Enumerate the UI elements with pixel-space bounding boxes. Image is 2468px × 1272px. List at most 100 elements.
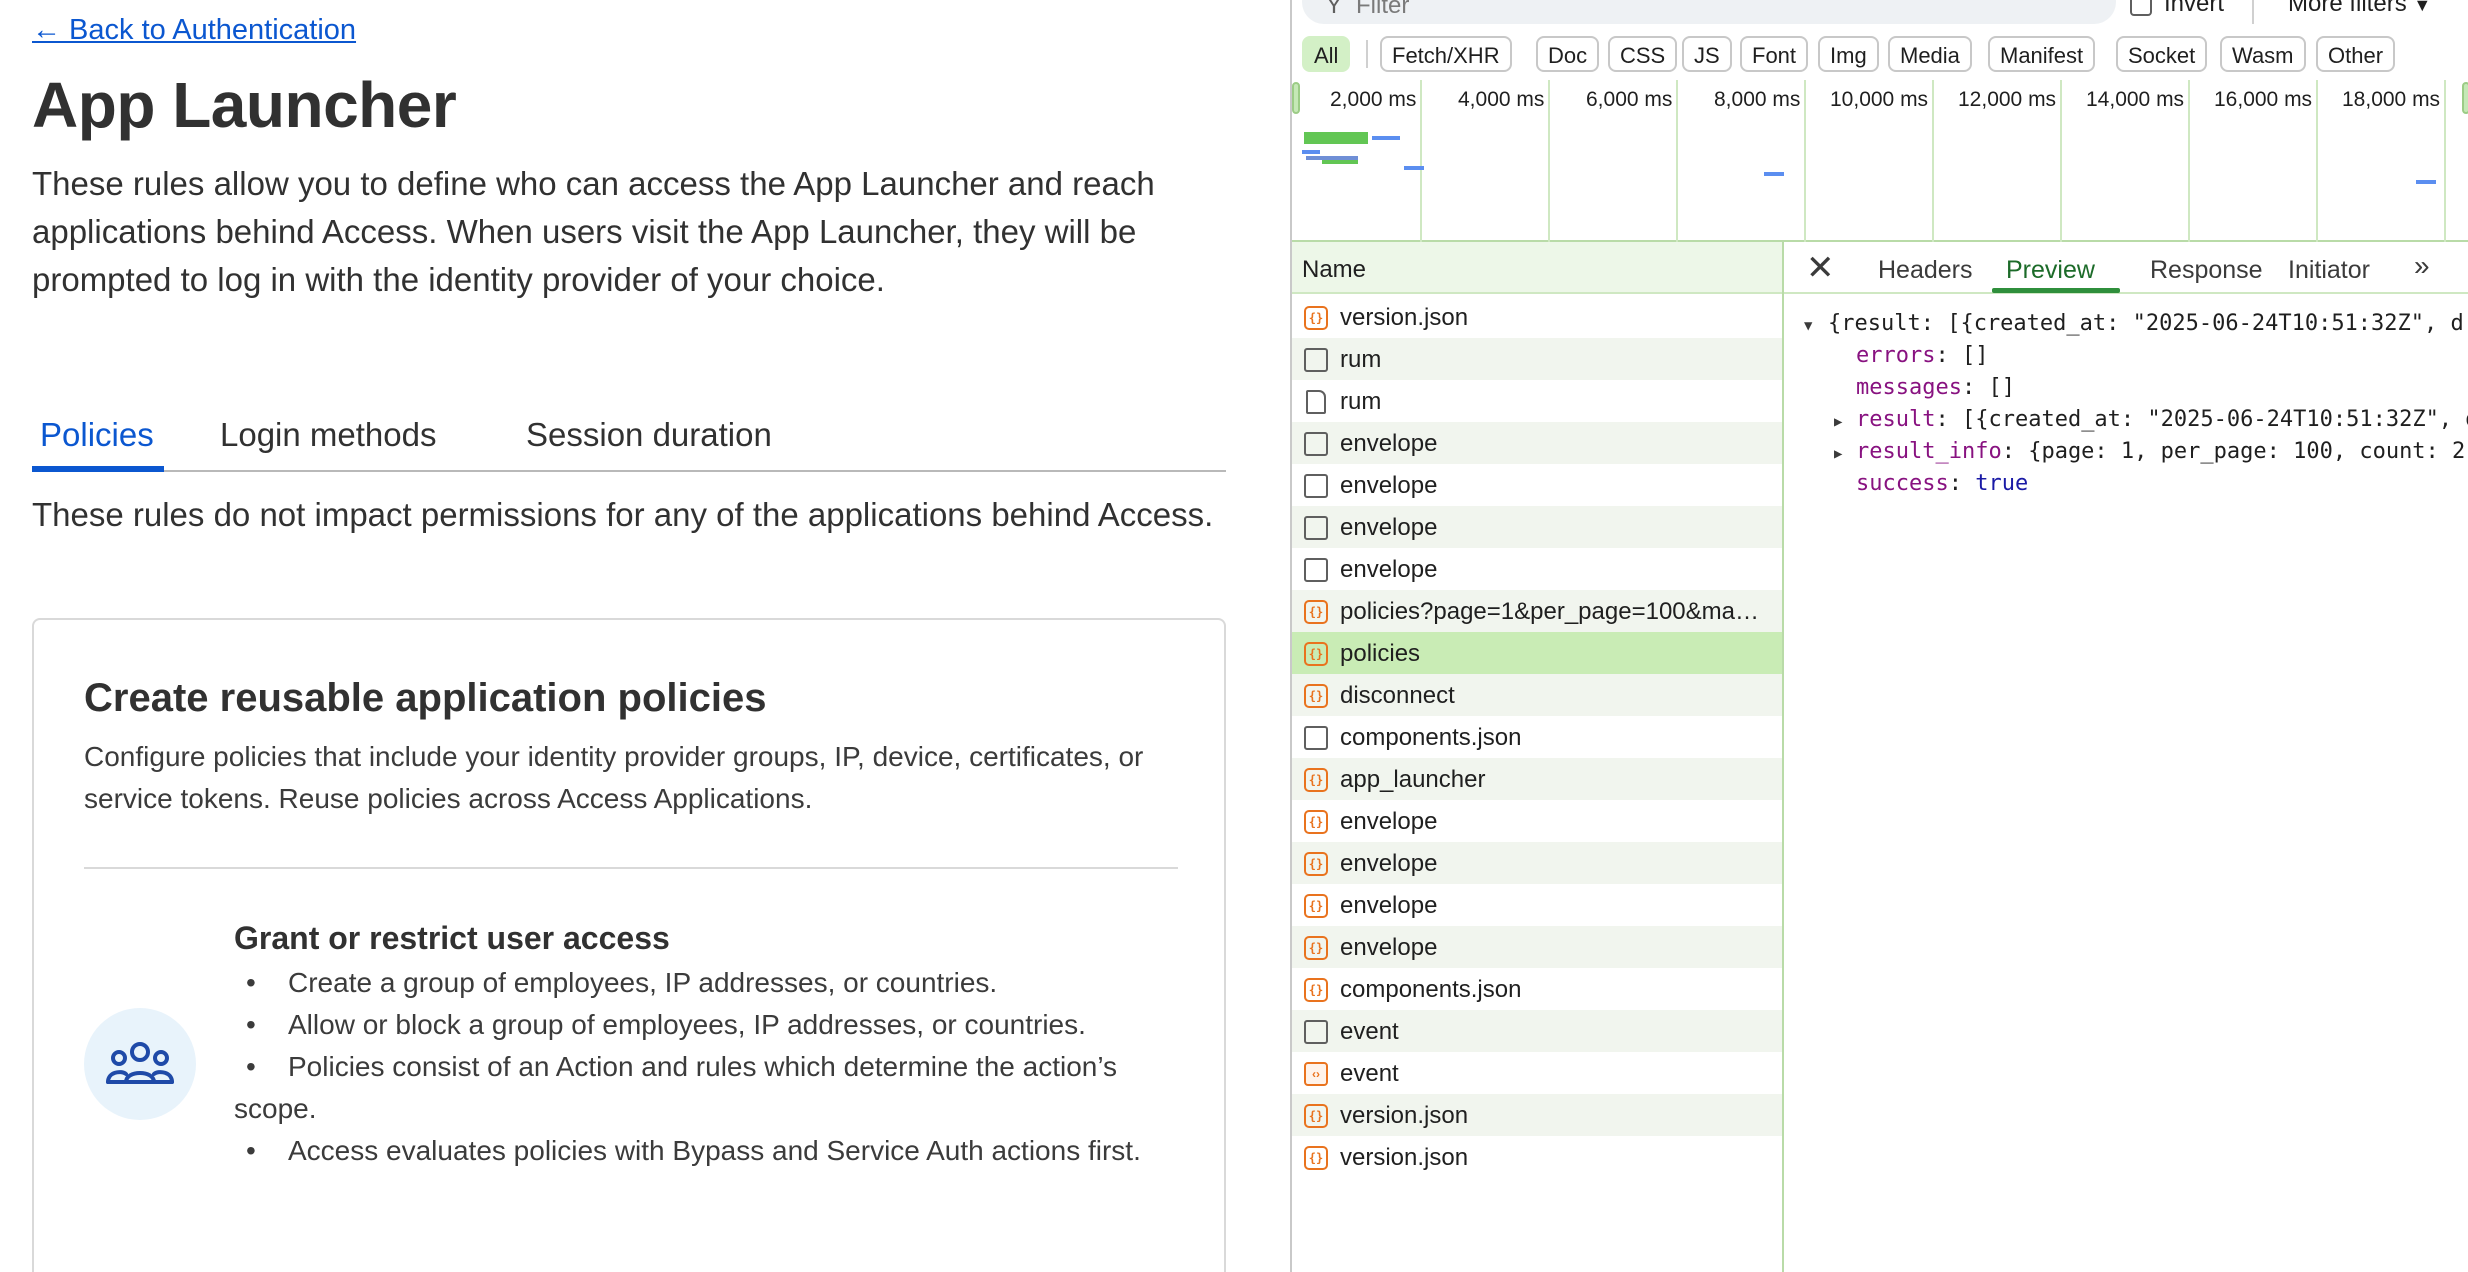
json-icon: {} <box>1304 684 1328 708</box>
card-divider <box>84 867 1178 869</box>
timeline-gridline <box>1548 80 1550 242</box>
request-row[interactable]: {} version.json <box>1292 1136 1782 1178</box>
timeline-waterfall-bar <box>1322 160 1358 164</box>
checkbox-icon <box>1304 558 1328 582</box>
request-row[interactable]: envelope <box>1292 506 1782 548</box>
app-launcher-page: ← Back to Authentication App Launcher Th… <box>0 0 1290 1272</box>
tab-login-methods[interactable]: Login methods <box>220 416 436 454</box>
request-row[interactable]: {} envelope <box>1292 884 1782 926</box>
request-row[interactable]: {} version.json <box>1292 1094 1782 1136</box>
name-column-header[interactable]: Name <box>1292 242 1782 294</box>
timeline-waterfall-bar <box>1304 132 1368 144</box>
json-icon: {} <box>1304 642 1328 666</box>
document-icon <box>1306 390 1326 414</box>
timeline-waterfall-bar <box>1764 172 1784 176</box>
request-row[interactable]: {} components.json <box>1292 968 1782 1010</box>
request-row[interactable]: {} policies?page=1&per_page=100&ma… <box>1292 590 1782 632</box>
tab-initiator[interactable]: Initiator <box>2288 256 2370 285</box>
expand-triangle-icon[interactable]: ▶ <box>1834 438 1842 470</box>
json-result-info-line[interactable]: ▶ result_info: {page: 1, per_page: 100, … <box>1804 436 2468 468</box>
timeline-gridline <box>1932 80 1934 242</box>
timeline-right-handle[interactable] <box>2462 82 2468 114</box>
filter-chip-all[interactable]: All <box>1302 36 1351 72</box>
json-root-line[interactable]: ▼ {result: [{created_at: "2025-06-24T10:… <box>1804 308 2468 340</box>
json-result-line[interactable]: ▶ result: [{created_at: "2025-06-24T10:5… <box>1804 404 2468 436</box>
request-name-column: Name {} version.json rum rum envelope env… <box>1292 242 1784 1272</box>
timeline-left-handle[interactable] <box>1292 82 1300 114</box>
request-row[interactable]: rum <box>1292 380 1782 422</box>
filter-chip-wasm[interactable]: Wasm <box>2220 36 2306 72</box>
close-icon[interactable]: ✕ <box>1806 248 1835 288</box>
timeline-tick: 2,000 ms <box>1330 88 1417 111</box>
expand-triangle-icon[interactable]: ▶ <box>1834 406 1842 438</box>
active-detail-tab-indicator <box>1992 288 2120 293</box>
request-row-selected[interactable]: {} policies <box>1292 632 1782 674</box>
event-icon: ‹› <box>1304 1062 1328 1086</box>
filter-chip-socket[interactable]: Socket <box>2116 36 2208 72</box>
request-row[interactable]: {} envelope <box>1292 842 1782 884</box>
timeline-tick: 18,000 ms <box>2342 88 2441 111</box>
timeline-gridline <box>2316 80 2318 242</box>
detail-tab-bar: ✕ Headers Preview Response Initiator » <box>1784 242 2468 294</box>
request-row[interactable]: ‹› event <box>1292 1052 1782 1094</box>
tab-preview[interactable]: Preview <box>2006 256 2095 285</box>
users-group-icon <box>84 1008 196 1120</box>
tab-headers[interactable]: Headers <box>1878 256 1973 285</box>
filter-chip-font[interactable]: Font <box>1740 36 1809 72</box>
filter-chip-fetch-xhr[interactable]: Fetch/XHR <box>1380 36 1512 72</box>
list-item: • Allow or block a group of employees, IP… <box>246 1009 1086 1040</box>
json-icon: {} <box>1304 1104 1328 1128</box>
timeline-tick: 4,000 ms <box>1458 88 1545 111</box>
settings-tabs: Policies Login methods Session duration <box>32 400 1226 472</box>
tab-response[interactable]: Response <box>2150 256 2263 285</box>
filter-chip-js[interactable]: JS <box>1682 36 1732 72</box>
invert-checkbox[interactable] <box>2130 0 2152 16</box>
checkbox-icon <box>1304 1020 1328 1044</box>
tab-policies[interactable]: Policies <box>40 416 154 454</box>
timeline-waterfall-bar <box>2416 180 2436 184</box>
request-row[interactable]: {} envelope <box>1292 926 1782 968</box>
checkbox-icon <box>1304 348 1328 372</box>
request-row[interactable]: components.json <box>1292 716 1782 758</box>
request-row[interactable]: event <box>1292 1010 1782 1052</box>
json-line: errors: [] <box>1856 343 1989 368</box>
more-tabs-icon[interactable]: » <box>2414 250 2430 282</box>
filter-chip-img[interactable]: Img <box>1818 36 1879 72</box>
page-title: App Launcher <box>32 69 457 141</box>
list-item: • Access evaluates policies with Bypass a… <box>246 1135 1141 1166</box>
request-row[interactable]: {} app_launcher <box>1292 758 1782 800</box>
chip-divider <box>1366 40 1368 68</box>
tab-session-duration[interactable]: Session duration <box>526 416 772 454</box>
json-icon: {} <box>1304 768 1328 792</box>
network-overview-timeline[interactable]: 2,000 ms 4,000 ms 6,000 ms 8,000 ms 10,0… <box>1292 80 2468 242</box>
list-item: • Create a group of employees, IP address… <box>246 967 998 998</box>
access-section-title: Grant or restrict user access <box>234 920 670 956</box>
back-to-authentication-link[interactable]: ← Back to Authentication <box>32 14 356 47</box>
filter-input[interactable]: Y Filter <box>1302 0 2116 24</box>
request-row[interactable]: {} version.json <box>1292 296 1782 338</box>
filter-chip-doc[interactable]: Doc <box>1536 36 1600 72</box>
timeline-tick: 14,000 ms <box>2086 88 2185 111</box>
filter-chip-other[interactable]: Other <box>2316 36 2396 72</box>
request-row[interactable]: rum <box>1292 338 1782 380</box>
timeline-gridline <box>1804 80 1806 242</box>
collapse-triangle-icon[interactable]: ▼ <box>1804 310 1812 342</box>
json-icon: {} <box>1304 1146 1328 1170</box>
filter-chip-css[interactable]: CSS <box>1608 36 1678 72</box>
checkbox-icon <box>1304 432 1328 456</box>
timeline-gridline <box>2060 80 2062 242</box>
request-row[interactable]: {} envelope <box>1292 800 1782 842</box>
timeline-waterfall-bar <box>1372 136 1400 140</box>
card-title: Create reusable application policies <box>84 676 767 720</box>
more-filters-dropdown[interactable]: More filters ▼ <box>2288 0 2431 18</box>
request-row[interactable]: {} disconnect <box>1292 674 1782 716</box>
timeline-gridline <box>2188 80 2190 242</box>
filter-chip-manifest[interactable]: Manifest <box>1988 36 2096 72</box>
json-icon: {} <box>1304 306 1328 330</box>
request-row[interactable]: envelope <box>1292 422 1782 464</box>
filter-chip-media[interactable]: Media <box>1888 36 1972 72</box>
active-tab-indicator <box>32 466 164 472</box>
timeline-tick: 10,000 ms <box>1830 88 1929 111</box>
request-row[interactable]: envelope <box>1292 548 1782 590</box>
request-row[interactable]: envelope <box>1292 464 1782 506</box>
